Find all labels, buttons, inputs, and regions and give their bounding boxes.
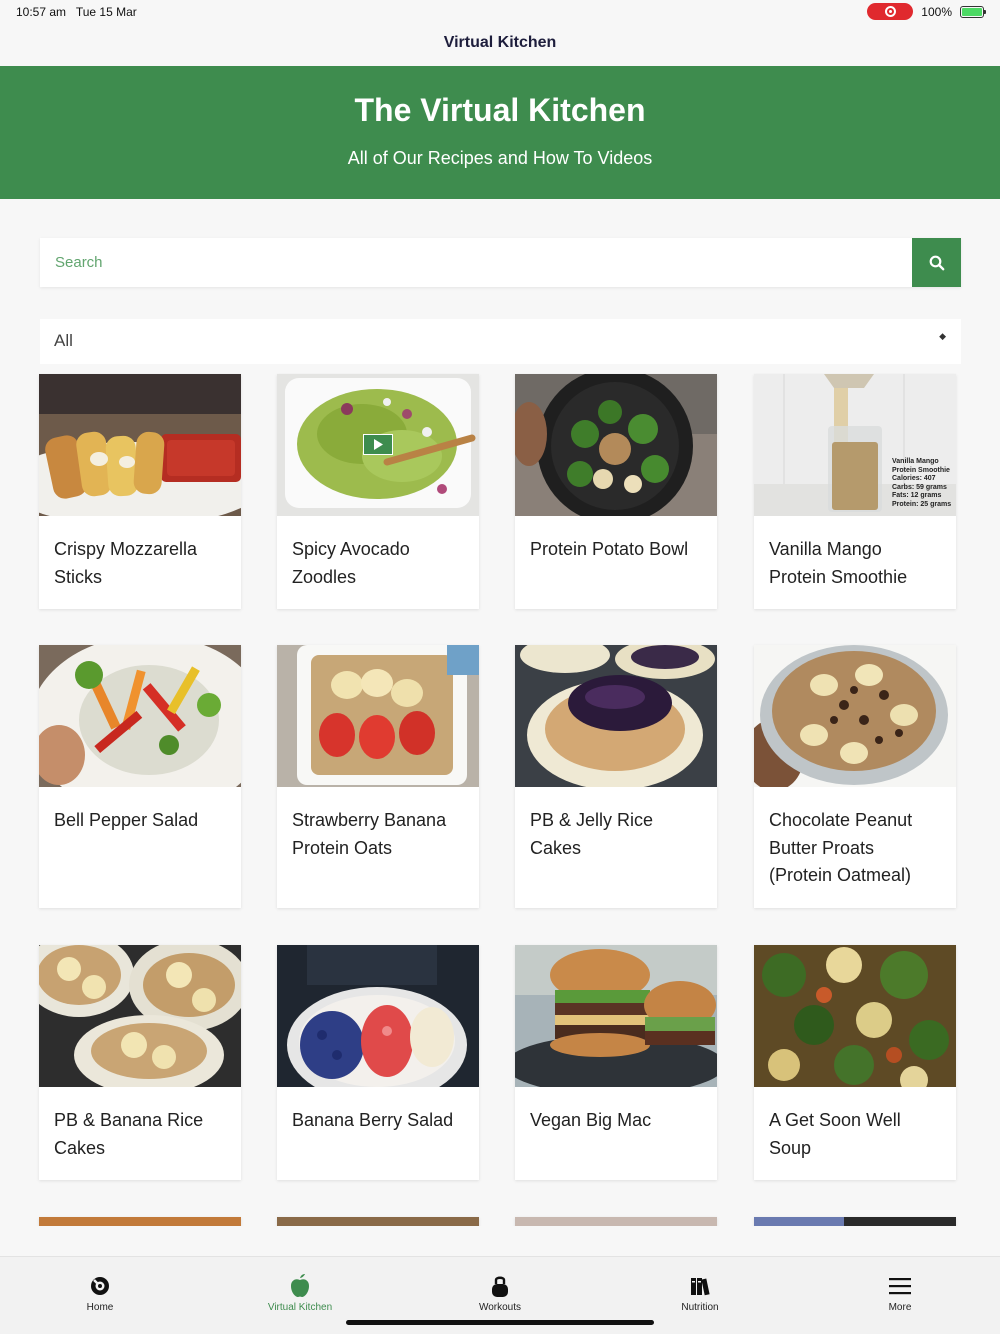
recipe-title: Vegan Big Mac [530,1110,652,1130]
recipe-title: Spicy Avocado Zoodles [292,539,410,587]
recipe-title: Bell Pepper Salad [54,810,199,830]
tab-workouts[interactable]: Workouts [400,1257,600,1327]
recipe-image: Vanilla Mango Protein Smoothie Calories:… [754,374,956,516]
recipe-image [39,645,241,787]
chevron-down-icon: ◆ [939,331,946,341]
recipe-image [277,1217,479,1226]
kettlebell-icon [491,1274,509,1298]
search-bar [40,238,961,287]
recipe-card[interactable]: Vanilla Mango Protein Smoothie Calories:… [754,374,956,609]
recipe-title: Crispy Mozzarella Sticks [54,539,198,587]
status-time: 10:57 am Tue 15 Mar [16,5,137,19]
hero-subtitle: All of Our Recipes and How To Videos [347,148,653,168]
recipe-card[interactable]: Vegan Big Mac [515,945,717,1180]
recipe-title: Protein Potato Bowl [530,539,689,559]
category-filter-select[interactable]: All ◆ [40,319,961,364]
tab-virtual-kitchen[interactable]: Virtual Kitchen [200,1257,400,1327]
recipe-title: Vanilla Mango Protein Smoothie [769,539,908,587]
recipe-title: PB & Jelly Rice Cakes [530,810,654,858]
tab-label: Nutrition [681,1302,719,1313]
recipe-card[interactable]: Crispy Mozzarella Sticks [39,374,241,609]
hero-title: The Virtual Kitchen [354,92,646,128]
recipe-title: A Get Soon Well Soup [769,1110,901,1158]
filter-selected-value: All [54,331,73,350]
tab-home[interactable]: Home [0,1257,200,1327]
recipe-card[interactable]: A Get Soon Well Soup [754,945,956,1180]
screen-recording-icon[interactable] [867,3,914,20]
nutrition-overlay: Vanilla Mango Protein Smoothie Calories:… [892,458,952,508]
recipe-image [515,645,717,787]
tab-label: More [888,1302,912,1313]
recipe-card[interactable] [754,1217,956,1226]
recipe-card[interactable]: Bell Pepper Salad [39,645,241,908]
recipe-card[interactable]: Spicy Avocado Zoodles [277,374,479,609]
nav-title: Virtual Kitchen [443,34,557,51]
recipe-card[interactable] [277,1217,479,1226]
recipe-image [515,374,717,516]
recipe-card[interactable]: Protein Potato Bowl [515,374,717,609]
recipe-title: Banana Berry Salad [292,1110,454,1130]
search-icon [929,255,944,270]
recipe-card[interactable]: Strawberry Banana Protein Oats [277,645,479,908]
tab-label: Virtual Kitchen [267,1302,333,1313]
recipe-image [277,374,479,516]
recipe-image [39,374,241,516]
recipe-card[interactable]: Chocolate Peanut Butter Proats (Protein … [754,645,956,908]
tab-nutrition[interactable]: Nutrition [600,1257,800,1327]
status-bar: 10:57 am Tue 15 Mar 100% [0,0,1000,24]
tab-label: Home [86,1302,114,1313]
recipe-title: PB & Banana Rice Cakes [54,1110,204,1158]
recipe-image [754,1217,956,1226]
search-input[interactable] [40,238,912,287]
tab-more[interactable]: More [800,1257,1000,1327]
menu-icon [889,1274,911,1298]
recipe-card[interactable]: PB & Banana Rice Cakes [39,945,241,1180]
books-icon [690,1274,710,1298]
recipe-image [39,1217,241,1226]
battery-percent: 100% [921,4,952,19]
recipe-image [754,945,956,1087]
recipe-image [277,945,479,1087]
status-indicators: 100% [867,3,986,20]
recipe-image [277,645,479,787]
battery-icon [960,5,986,18]
search-button[interactable] [912,238,961,287]
apple-icon [290,1274,310,1298]
recipe-card[interactable]: PB & Jelly Rice Cakes [515,645,717,908]
hero-banner: The Virtual Kitchen All of Our Recipes a… [0,66,1000,199]
recipe-card[interactable] [515,1217,717,1226]
recipe-title: Chocolate Peanut Butter Proats (Protein … [769,810,913,885]
play-video-icon[interactable] [363,434,393,455]
home-indicator[interactable] [346,1320,654,1325]
home-icon [90,1274,110,1298]
tab-label: Workouts [478,1302,522,1313]
recipe-card[interactable]: Banana Berry Salad [277,945,479,1180]
recipe-image [515,945,717,1087]
recipe-image [515,1217,717,1226]
recipe-image [39,945,241,1087]
recipe-image [754,645,956,787]
recipe-card[interactable] [39,1217,241,1226]
recipe-grid: Crispy Mozzarella Sticks Spicy Avocado Z… [0,373,1000,1226]
recipe-title: Strawberry Banana Protein Oats [292,810,447,858]
